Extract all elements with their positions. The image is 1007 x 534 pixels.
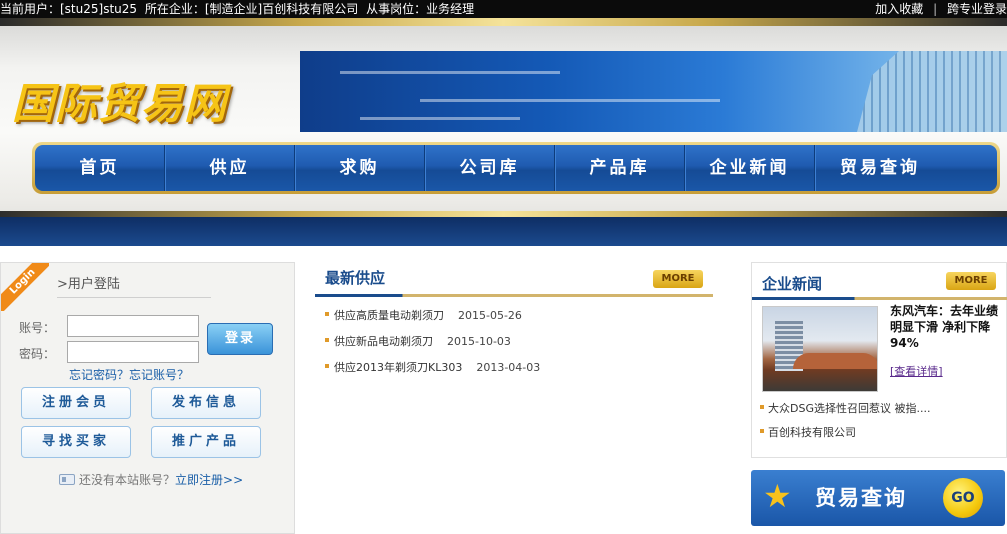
supply-title: 最新供应: [325, 269, 386, 287]
nav-product-library[interactable]: 产品库: [555, 145, 685, 191]
add-favorite-link[interactable]: 加入收藏: [875, 2, 923, 16]
login-divider: [57, 297, 211, 298]
bullet-icon: [325, 364, 329, 368]
main-content: Login >用户登陆 账号： 密码： 登录 忘记密码？忘记账号？ 注册会员 发…: [0, 246, 1007, 534]
news-item-text: 大众DSG选择性召回惹议 被指....: [768, 402, 931, 415]
register-member-button[interactable]: 注册会员: [21, 387, 131, 419]
list-item[interactable]: 供应2013年剃须刀KL303 2013-04-03: [325, 358, 540, 384]
news-detail-link[interactable]: [查看详情]: [890, 363, 943, 379]
password-input[interactable]: [67, 341, 199, 363]
supply-item-date: 2013-04-03: [476, 361, 541, 374]
top-links: 加入收藏 | 跨专业登录: [875, 0, 1007, 18]
login-title: >用户登陆: [57, 277, 120, 292]
nav-home[interactable]: 首页: [35, 145, 165, 191]
news-divider: [752, 297, 1007, 300]
list-item[interactable]: 百创科技有限公司: [760, 423, 930, 447]
news-more-button[interactable]: MORE: [946, 272, 996, 290]
id-card-icon: [59, 474, 75, 485]
current-user-text: 当前用户：[stu25]stu25: [0, 2, 138, 16]
promote-product-button[interactable]: 推广产品: [151, 426, 261, 458]
no-account-row: 还没有本站账号？立即注册>>: [59, 471, 243, 488]
pro-login-link[interactable]: 跨专业登录: [947, 2, 1007, 16]
main-nav: 首页 供应 求购 公司库 产品库 企业新闻 贸易查询: [32, 142, 1000, 194]
nav-purchase[interactable]: 求购: [295, 145, 425, 191]
nav-company-library[interactable]: 公司库: [425, 145, 555, 191]
header-banner-image: [300, 51, 1007, 132]
supply-list: 供应高质量电动剃须刀 2015-05-26 供应新品电动剃须刀 2015-10-03…: [325, 306, 540, 384]
main-nav-bar: 首页 供应 求购 公司库 产品库 企业新闻 贸易查询: [35, 145, 997, 191]
header-gold-stripe: [0, 18, 1007, 26]
nav-supply[interactable]: 供应: [165, 145, 295, 191]
supply-more-button[interactable]: MORE: [653, 270, 703, 288]
trade-query-button[interactable]: ★ 贸易查询 GO: [751, 470, 1005, 526]
supply-item-name: 供应2013年剃须刀KL303: [334, 361, 463, 374]
nav-trade-query[interactable]: 贸易查询: [815, 145, 945, 191]
login-ribbon: Login: [1, 263, 49, 311]
list-item[interactable]: 供应高质量电动剃须刀 2015-05-26: [325, 306, 540, 332]
supply-divider: [315, 294, 713, 297]
list-item[interactable]: 大众DSG选择性召回惹议 被指....: [760, 399, 930, 423]
bullet-icon: [325, 312, 329, 316]
position-text: 从事岗位：业务经理: [366, 2, 475, 16]
banner-streak: [340, 71, 560, 74]
find-buyer-button[interactable]: 寻找买家: [21, 426, 131, 458]
bullet-icon: [760, 405, 764, 409]
banner-streak: [420, 99, 720, 102]
supply-item-date: 2015-05-26: [458, 309, 522, 322]
no-account-text: 还没有本站账号？: [79, 473, 176, 487]
banner-building: [857, 51, 1007, 132]
login-panel: Login >用户登陆 账号： 密码： 登录 忘记密码？忘记账号？ 注册会员 发…: [0, 262, 295, 534]
username-label: 账号：: [19, 321, 56, 335]
news-headline[interactable]: 东风汽车：去年业绩明显下滑 净利下降94%: [890, 303, 1002, 351]
news-photo[interactable]: [762, 306, 878, 392]
go-icon[interactable]: GO: [943, 478, 983, 518]
username-input[interactable]: [67, 315, 199, 337]
login-ribbon-text: Login: [1, 263, 49, 311]
supply-item-name: 供应高质量电动剃须刀: [334, 309, 444, 322]
news-title: 企业新闻: [762, 275, 823, 293]
site-header: 国际贸易网 首页 供应 求购 公司库 产品库 企业新闻 贸易查询: [0, 18, 1007, 246]
publish-info-button[interactable]: 发布信息: [151, 387, 261, 419]
forgot-password-link[interactable]: 忘记密码？忘记账号？: [69, 366, 189, 383]
banner-streak: [360, 117, 520, 120]
news-list: 大众DSG选择性召回惹议 被指.... 百创科技有限公司: [760, 399, 930, 447]
register-now-link[interactable]: 立即注册>>: [175, 473, 243, 487]
supply-item-name: 供应新品电动剃须刀: [334, 335, 433, 348]
bullet-icon: [325, 338, 329, 342]
star-icon: ★: [763, 477, 792, 515]
company-news-section: 企业新闻 MORE 东风汽车：去年业绩明显下滑 净利下降94% [查看详情] 大…: [751, 262, 1007, 458]
bullet-icon: [760, 429, 764, 433]
login-button[interactable]: 登录: [207, 323, 273, 355]
list-item[interactable]: 供应新品电动剃须刀 2015-10-03: [325, 332, 540, 358]
supply-item-date: 2015-10-03: [447, 335, 511, 348]
nav-company-news[interactable]: 企业新闻: [685, 145, 815, 191]
header-bottom-band: [0, 217, 1007, 246]
trade-query-label: 贸易查询: [815, 486, 907, 510]
photo-roof: [793, 353, 877, 369]
password-label: 密码：: [19, 347, 56, 361]
site-logo[interactable]: 国际贸易网: [12, 70, 227, 131]
news-item-text: 百创科技有限公司: [768, 426, 856, 439]
top-bar: 当前用户：[stu25]stu25 所在企业：[制造企业]百创科技有限公司 从事…: [0, 0, 1007, 18]
top-separator: |: [933, 2, 938, 16]
company-text: 所在企业：[制造企业]百创科技有限公司: [144, 2, 359, 16]
user-info: 当前用户：[stu25]stu25 所在企业：[制造企业]百创科技有限公司 从事…: [0, 0, 478, 18]
